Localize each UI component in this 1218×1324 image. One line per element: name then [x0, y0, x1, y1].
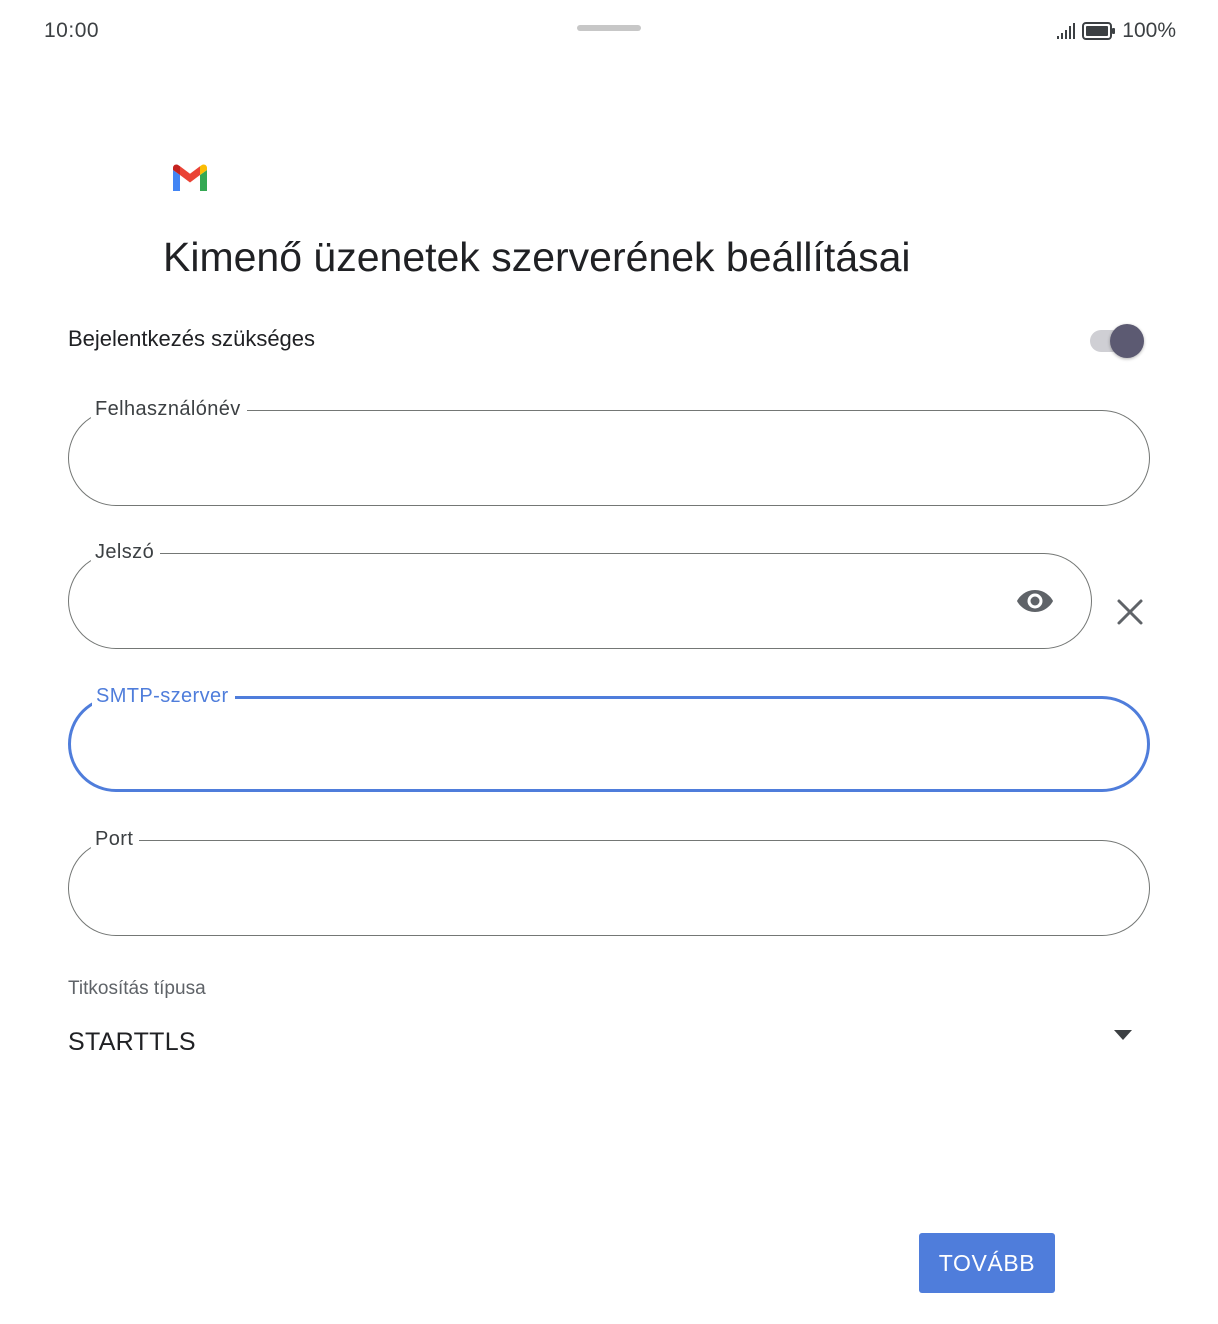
page-title: Kimenő üzenetek szerverének beállításai [163, 234, 911, 280]
password-field[interactable]: Jelszó [68, 540, 1092, 649]
encryption-select[interactable]: STARTTLS [68, 1020, 1150, 1070]
battery-full-icon [1082, 22, 1116, 40]
toggle-thumb [1110, 324, 1144, 358]
next-button[interactable]: TOVÁBB [919, 1233, 1055, 1293]
smtp-server-field[interactable]: SMTP-szerver [68, 684, 1150, 792]
gmail-logo [173, 164, 207, 191]
port-field[interactable]: Port [68, 827, 1150, 936]
battery-percent: 100% [1122, 19, 1176, 42]
status-indicators: 100% [1056, 19, 1176, 43]
signal-bars-icon [1057, 23, 1076, 39]
status-time: 10:00 [44, 19, 100, 42]
smtp-server-label: SMTP-szerver [92, 684, 235, 708]
login-required-toggle[interactable] [1090, 322, 1146, 360]
encryption-label: Titkosítás típusa [68, 978, 206, 999]
encryption-selected-value: STARTTLS [68, 1028, 196, 1056]
login-required-label: Bejelentkezés szükséges [68, 326, 316, 351]
username-label: Felhasználónév [91, 397, 247, 421]
username-field[interactable]: Felhasználónév [68, 397, 1150, 506]
port-label: Port [91, 827, 140, 851]
eye-icon[interactable] [1015, 584, 1055, 618]
dropdown-arrow-icon [1114, 1030, 1132, 1040]
smtp-server-input[interactable] [101, 729, 1067, 767]
password-input[interactable] [99, 584, 1011, 622]
close-icon[interactable] [1116, 598, 1144, 626]
username-input[interactable] [99, 441, 1069, 479]
password-label: Jelszó [91, 540, 161, 564]
drag-handle[interactable] [577, 25, 641, 31]
port-input[interactable] [99, 871, 1069, 909]
